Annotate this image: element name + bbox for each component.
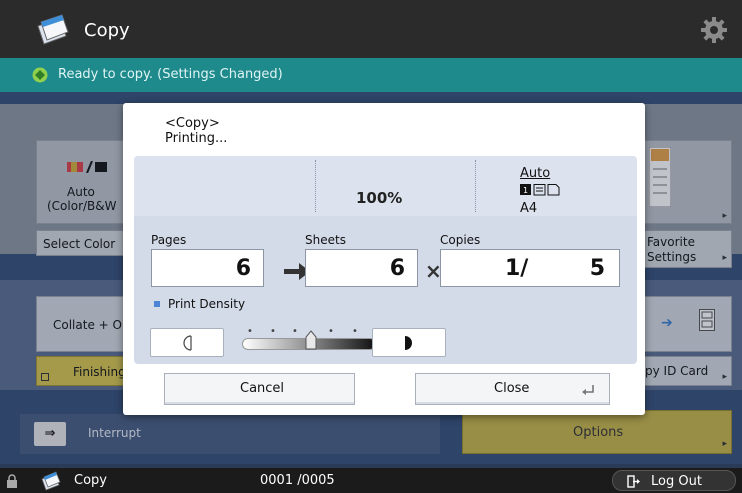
paper-source: Auto (520, 166, 551, 181)
zoom-ratio: 100% (356, 189, 403, 207)
svg-text:1: 1 (523, 186, 528, 195)
dialog-title-line1: <Copy> (165, 116, 220, 131)
close-label: Close (494, 381, 530, 396)
close-button[interactable]: Close (415, 373, 610, 405)
sheets-label: Sheets (305, 233, 346, 247)
logout-icon (627, 475, 640, 488)
bullet-icon (154, 301, 160, 307)
density-tick: • (270, 326, 276, 337)
ready-status-icon (32, 67, 48, 83)
dialog-title: <Copy> Printing... (165, 116, 227, 146)
sheets-value: 6 (389, 256, 405, 281)
logout-label: Log Out (651, 474, 702, 489)
density-tick: • (247, 326, 253, 337)
logout-button[interactable]: Log Out (612, 470, 736, 491)
enter-icon (582, 385, 594, 395)
density-tick: • (352, 326, 358, 337)
half-moon-light-icon (183, 335, 192, 351)
status-bar: Ready to copy. (Settings Changed) (0, 58, 742, 92)
density-slider-thumb[interactable] (305, 330, 317, 350)
density-tick: • (292, 326, 298, 337)
footer-app-label[interactable]: Copy (74, 473, 107, 488)
density-darker-button[interactable] (372, 328, 446, 357)
half-moon-dark-icon (405, 336, 412, 350)
cancel-label: Cancel (240, 381, 285, 396)
job-info-strip: 100% Auto 1 A4 (134, 156, 637, 216)
copies-label: Copies (440, 233, 481, 247)
dialog-title-line2: Printing... (165, 131, 228, 146)
pages-field: 6 (151, 249, 264, 287)
app-header: Copy (0, 0, 742, 58)
job-panel: 100% Auto 1 A4 Pages 6 Sheets 6 × Copies… (134, 156, 637, 364)
paper-drawer-icon: 1 (520, 184, 560, 196)
divider (315, 160, 316, 212)
copies-field: 1/ 5 (440, 249, 620, 287)
printing-dialog: <Copy> Printing... 100% Auto 1 A4 Pages (123, 103, 645, 415)
sheets-field: 6 (305, 249, 418, 287)
copies-current: 1/ (505, 256, 529, 281)
print-density-label: Print Density (168, 297, 246, 311)
density-lighter-button[interactable] (150, 328, 224, 357)
lock-icon (7, 474, 17, 488)
pages-label: Pages (151, 233, 187, 247)
footer-bar: Copy 0001 /0005 Log Out (0, 468, 742, 493)
job-counter: 0001 /0005 (260, 473, 335, 488)
divider (475, 160, 476, 212)
pages-value: 6 (235, 256, 251, 281)
gear-icon[interactable] (700, 16, 728, 44)
copy-app-icon[interactable] (40, 471, 62, 491)
paper-info: Auto 1 A4 (520, 166, 564, 216)
copies-total: 5 (589, 256, 605, 281)
status-text: Ready to copy. (Settings Changed) (58, 67, 283, 82)
paper-size: A4 (520, 201, 538, 216)
copy-app-icon (37, 14, 69, 45)
cancel-button[interactable]: Cancel (164, 373, 355, 405)
page-title: Copy (84, 20, 130, 41)
density-tick: • (328, 326, 334, 337)
